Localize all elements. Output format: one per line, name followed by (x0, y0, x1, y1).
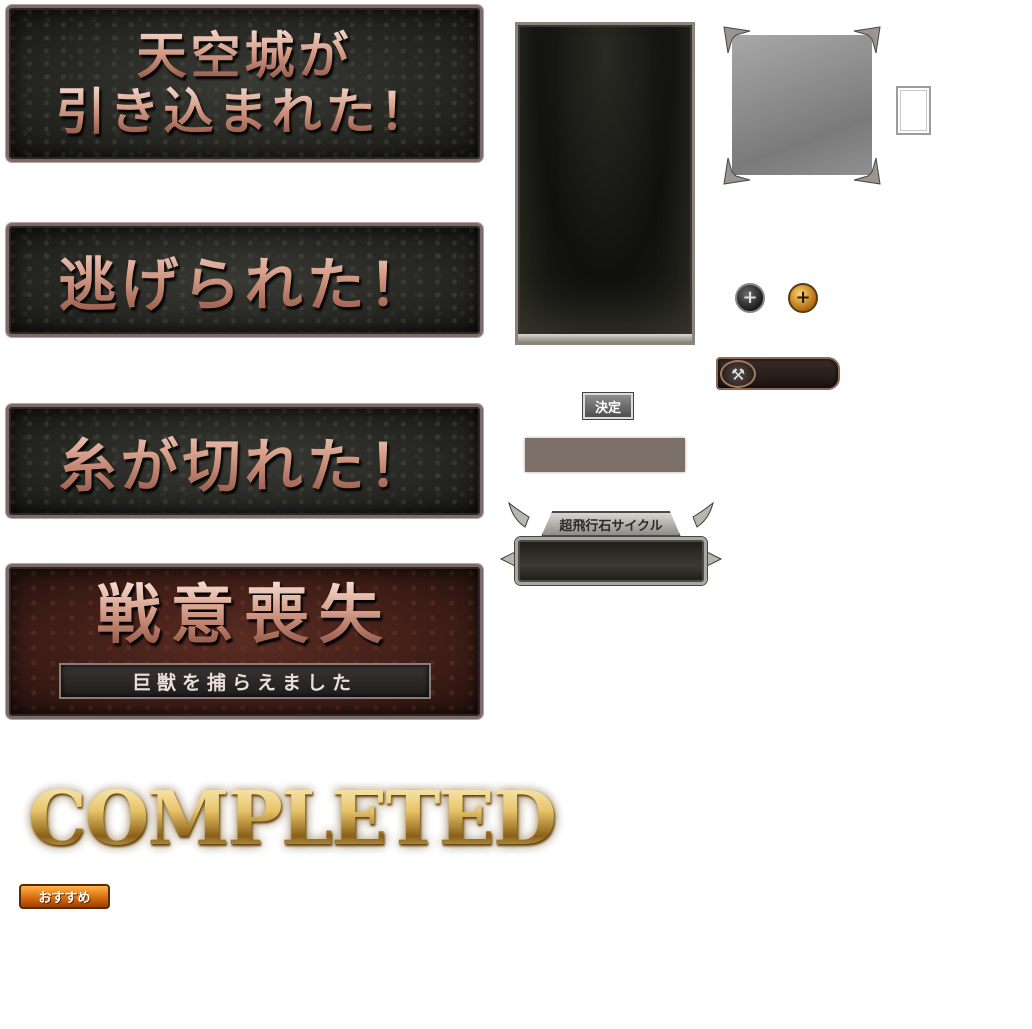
taupe-bar (525, 438, 685, 472)
decide-button[interactable]: 決定 (582, 392, 634, 420)
banner-sky-castle-line2: 引き込まれた！ (55, 81, 434, 141)
grey-image-panel (732, 35, 872, 175)
corner-ornament-icon (852, 156, 882, 186)
banner-escaped-text: 逃げられた！ (58, 238, 430, 322)
banner-escaped: 逃げられた！ (6, 223, 483, 337)
plus-icon: + (795, 287, 811, 308)
plus-gold-button[interactable]: + (788, 283, 818, 313)
banner-sky-castle-line1: 天空城が (136, 25, 353, 85)
plus-icon: + (742, 287, 758, 308)
banner-lost-will: 戦意喪失 巨獣を捕らえました (6, 564, 483, 719)
ornate-panel-title: 超飛行石サイクル (541, 511, 681, 537)
banner-line-cut: 糸が切れた！ (6, 404, 483, 518)
tall-dark-frame (515, 22, 695, 345)
plus-dark-button[interactable]: + (735, 283, 765, 313)
completed-text: COMPLETED (28, 776, 557, 862)
banner-lost-will-subtitle: 巨獣を捕らえました (58, 663, 431, 699)
recommend-badge: おすすめ (19, 884, 110, 909)
corner-ornament-icon (852, 25, 882, 55)
banner-line-cut-text: 糸が切れた！ (58, 419, 430, 503)
banner-lost-will-title: 戦意喪失 (96, 578, 393, 653)
corner-ornament-icon (722, 25, 752, 55)
corner-ornament-icon (722, 156, 752, 186)
tool-icon: ⚒ (720, 360, 756, 388)
banner-sky-castle-pulled: 天空城が 引き込まれた！ (6, 5, 483, 162)
white-card-slot (896, 86, 931, 135)
tool-slot-bar[interactable]: ⚒ (716, 357, 840, 390)
ornate-panel-box (515, 537, 707, 585)
ornate-panel: 超飛行石サイクル (499, 497, 723, 589)
